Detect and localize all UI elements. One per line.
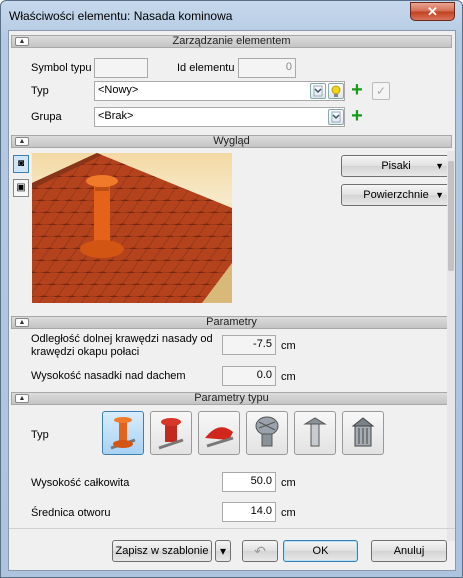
- cap-type-option-3[interactable]: [198, 411, 240, 455]
- add-type-icon[interactable]: +: [348, 80, 366, 100]
- diameter-field[interactable]: 14.0: [222, 502, 276, 522]
- section-management-title: Zarządzanie elementem: [172, 35, 291, 47]
- element-id-field[interactable]: 0: [238, 58, 296, 78]
- group-combo[interactable]: <Brak>: [94, 107, 345, 127]
- add-group-icon[interactable]: +: [348, 106, 366, 126]
- type-label: Typ: [31, 85, 49, 97]
- confirm-icon[interactable]: ✓: [372, 82, 390, 100]
- section-management-header[interactable]: ▲ Zarządzanie elementem: [11, 35, 452, 48]
- close-button[interactable]: ✕: [410, 2, 455, 21]
- camera-view-icon[interactable]: ◙: [13, 155, 29, 173]
- footer-divider: [9, 528, 455, 529]
- save-template-dropdown-button[interactable]: ▾: [215, 540, 231, 562]
- chimney-cap-type-3-icon: [205, 427, 234, 448]
- scrollbar-thumb[interactable]: [448, 161, 454, 271]
- distance-label-line1: Odległość dolnej krawędzi nasady od: [31, 333, 213, 345]
- element-id-label: Id elementu: [177, 62, 235, 74]
- height-unit: cm: [281, 371, 296, 383]
- save-template-button[interactable]: Zapisz w szablonie: [112, 540, 212, 562]
- cap-type-option-1[interactable]: [102, 411, 144, 455]
- total-height-label: Wysokość całkowita: [31, 477, 130, 489]
- dropdown-arrow-icon: ▼: [435, 161, 444, 171]
- section-parameters-title: Parametry: [206, 316, 257, 328]
- properties-window: Właściwości elementu: Nasada kominowa ✕ …: [0, 0, 463, 578]
- cap-type-option-5[interactable]: [294, 411, 336, 455]
- distance-unit: cm: [281, 340, 296, 352]
- dialog-body: ▲ Zarządzanie elementem Symbol typu Id e…: [8, 30, 456, 571]
- pens-button[interactable]: Pisaki ▼: [341, 155, 451, 177]
- section-type-parameters-title: Parametry typu: [194, 392, 269, 404]
- dropdown-arrow-icon: ▼: [435, 190, 444, 200]
- vertical-scrollbar[interactable]: [447, 151, 455, 541]
- 3d-box-icon[interactable]: ▣: [13, 179, 29, 197]
- chimney-cap-type-4-icon: [255, 416, 279, 447]
- group-combo-value: <Brak>: [98, 110, 134, 122]
- surfaces-button[interactable]: Powierzchnie ▼: [341, 184, 451, 206]
- distance-label-line2: krawędzi okapu połaci: [31, 346, 140, 358]
- roof-render: [32, 153, 232, 303]
- chimney-cap-type-5-icon: [303, 417, 327, 447]
- section-appearance-header[interactable]: ▲ Wygląd: [11, 135, 452, 148]
- distance-field[interactable]: -7.5: [222, 335, 276, 355]
- total-height-field[interactable]: 50.0: [222, 472, 276, 492]
- dropdown-icon[interactable]: [310, 83, 326, 99]
- type-symbol-label: Symbol typu: [31, 62, 92, 74]
- lightbulb-icon[interactable]: [328, 83, 344, 99]
- cap-type-option-4[interactable]: [246, 411, 288, 455]
- 3d-preview[interactable]: [32, 153, 232, 303]
- chimney-cap-type-1-icon: [110, 417, 136, 450]
- section-parameters-header[interactable]: ▲ Parametry: [11, 316, 452, 329]
- ok-button[interactable]: OK: [283, 540, 358, 562]
- chimney-cap-type-2-icon: [158, 418, 184, 450]
- height-field[interactable]: 0.0: [222, 366, 276, 386]
- diameter-label: Średnica otworu: [31, 507, 111, 519]
- height-label: Wysokość nasadki nad dachem: [31, 370, 186, 382]
- dropdown-icon[interactable]: [328, 109, 344, 125]
- pens-button-label: Pisaki: [381, 160, 411, 172]
- surfaces-button-label: Powierzchnie: [363, 189, 429, 201]
- chimney-cap-type-6-icon: [351, 417, 375, 447]
- diameter-unit: cm: [281, 507, 296, 519]
- cap-type-label: Typ: [31, 429, 49, 441]
- window-title: Właściwości elementu: Nasada kominowa: [9, 9, 233, 23]
- type-combo[interactable]: <Nowy>: [94, 81, 345, 101]
- total-height-unit: cm: [281, 477, 296, 489]
- cap-type-option-2[interactable]: [150, 411, 192, 455]
- undo-button[interactable]: ↶: [242, 540, 278, 562]
- section-appearance-title: Wygląd: [213, 135, 250, 147]
- group-label: Grupa: [31, 111, 62, 123]
- type-combo-value: <Nowy>: [98, 84, 139, 96]
- cap-type-option-6[interactable]: [342, 411, 384, 455]
- section-type-parameters-header[interactable]: ▲ Parametry typu: [11, 392, 452, 405]
- title-bar[interactable]: Właściwości elementu: Nasada kominowa ✕: [1, 1, 462, 31]
- cancel-button[interactable]: Anuluj: [371, 540, 447, 562]
- type-symbol-field[interactable]: [94, 58, 148, 78]
